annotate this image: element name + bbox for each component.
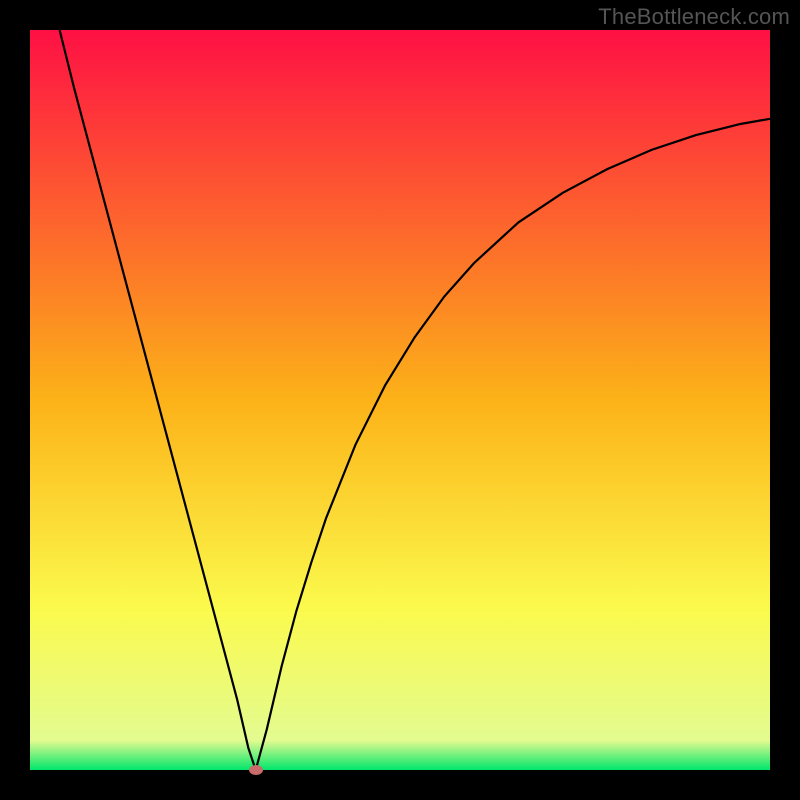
optimal-point-marker xyxy=(249,765,263,775)
chart-frame: TheBottleneck.com xyxy=(0,0,800,800)
plot-area xyxy=(30,30,770,770)
plot-svg xyxy=(30,30,770,770)
watermark-text: TheBottleneck.com xyxy=(598,4,790,30)
plot-background xyxy=(30,30,770,770)
